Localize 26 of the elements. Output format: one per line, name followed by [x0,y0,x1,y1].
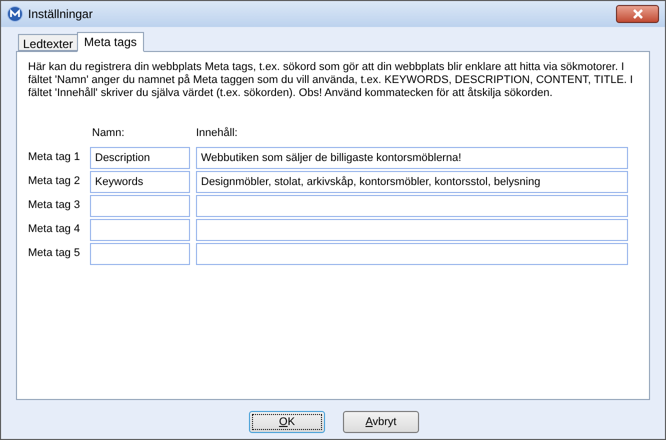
content-field[interactable] [196,242,628,264]
name-field[interactable] [90,218,190,240]
close-button[interactable] [616,5,659,23]
tab[interactable]: Meta tags [77,32,144,52]
row-label: Meta tag 4 [28,222,81,238]
close-icon [632,9,644,19]
column-header: Innehåll: [196,126,238,141]
app-logo-icon [7,6,23,22]
name-field[interactable]: Description [90,146,190,168]
dialog-button[interactable]: OK [249,411,325,433]
name-field[interactable] [90,194,190,216]
content-field[interactable] [196,218,628,240]
name-field[interactable] [90,242,190,264]
content-field[interactable]: Designmöbler, stolat, arkivskåp, kontorsmöbler, kontorsstol, belysning [196,170,628,192]
row-label: Meta tag 3 [28,198,81,214]
content-field[interactable]: Webbutiken som säljer de billigaste kontorsmöblerna! [196,146,628,168]
row-label: Meta tag 5 [28,246,81,262]
row-label: Meta tag 1 [28,150,81,166]
description-text: Här kan du registrera din webbplats Meta tags, t.ex. sökord som gör att din webbplats blir enklare att hitta via sökmotorer. I fältet 'Namn' anger du namnet på Meta taggen som du vill använda, t.ex. KEYWORDS, DESCRIPTION, CONTENT, TITLE. I fältet 'Innehåll' skriver du själva värdet (t.ex. sökorden). Obs! Använd kommatecken för att åtskilja sökorden. [28,61,634,100]
column-header: Namn: [92,126,126,141]
window-title: Inställningar [28,6,94,23]
row-label: Meta tag 2 [28,174,81,190]
name-field[interactable]: Keywords [90,170,190,192]
tab[interactable]: Ledtexter [18,34,78,51]
content-field[interactable] [196,194,628,216]
dialog-button[interactable]: Avbryt [343,411,419,433]
